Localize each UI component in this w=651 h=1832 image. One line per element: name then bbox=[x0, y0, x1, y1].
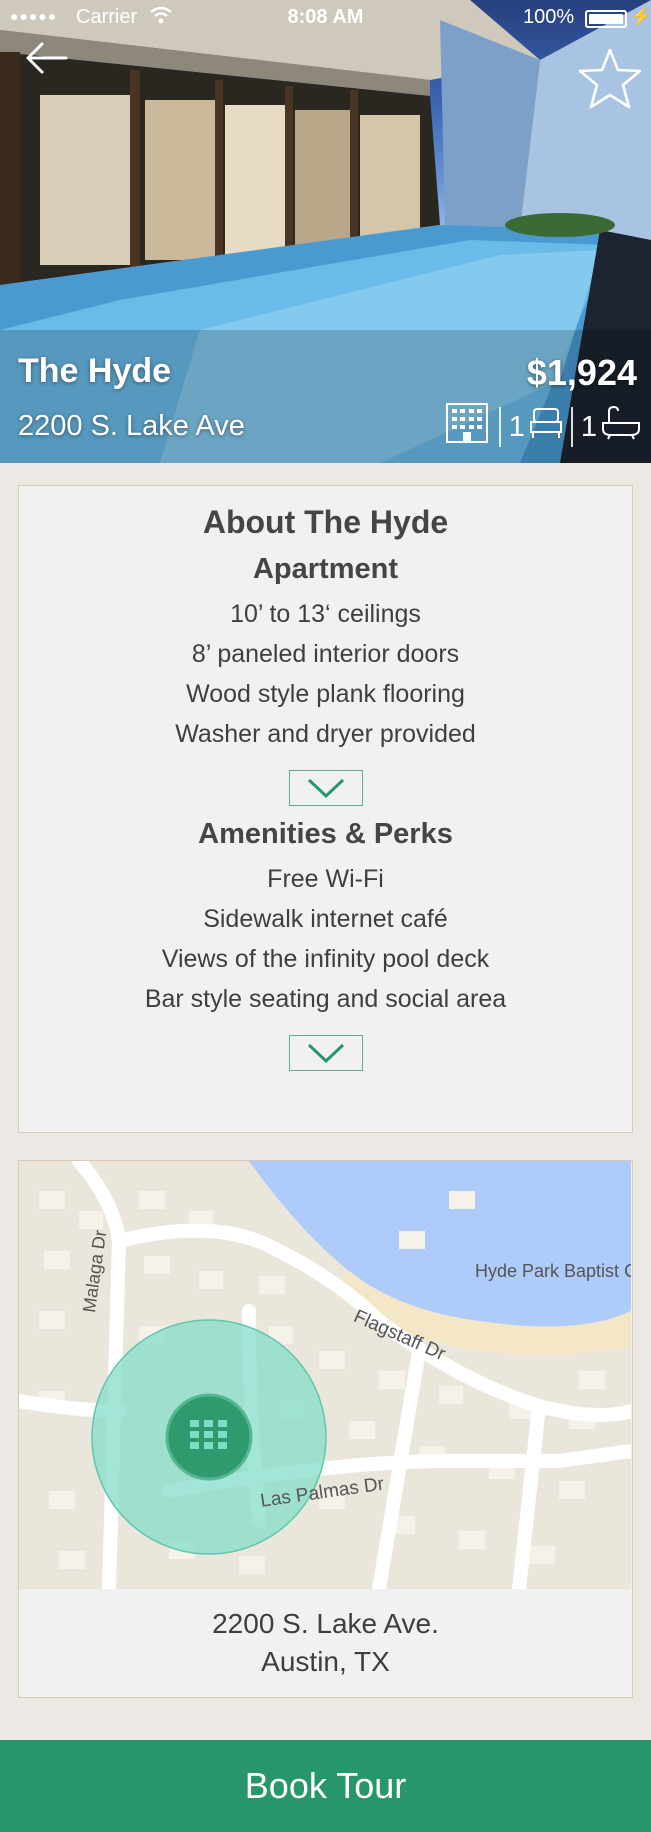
property-name: The Hyde bbox=[18, 352, 172, 390]
bathroom-count: 1 bbox=[580, 410, 597, 443]
about-card: About The Hyde Apartment 10’ to 13‘ ceil… bbox=[18, 485, 633, 1133]
back-button[interactable] bbox=[22, 38, 72, 78]
bedroom-count: 1 bbox=[508, 410, 525, 443]
list-item: Washer and dryer provided bbox=[175, 720, 476, 748]
amenities-feature-list: Free Wi-Fi Sidewalk internet café Views … bbox=[19, 859, 632, 1019]
book-tour-button[interactable]: Book Tour bbox=[0, 1740, 651, 1832]
list-item: Bar style seating and social area bbox=[144, 985, 507, 1013]
address-line: Austin, TX bbox=[261, 1646, 390, 1677]
list-item: Sidewalk internet café bbox=[203, 905, 448, 933]
bed-icon bbox=[529, 406, 563, 448]
battery-percentage: 100% bbox=[523, 6, 575, 28]
divider bbox=[570, 407, 573, 447]
apartment-title: Apartment bbox=[252, 553, 398, 585]
poi-label: Hyde Park Baptist C bbox=[475, 1261, 631, 1281]
list-item: Free Wi-Fi bbox=[267, 865, 384, 893]
battery-icon bbox=[585, 10, 627, 28]
chevron-down-icon bbox=[307, 778, 344, 799]
property-price: $1,924 bbox=[526, 352, 637, 393]
list-item: 10’ to 13‘ ceilings bbox=[230, 600, 421, 628]
chevron-down-icon bbox=[307, 1043, 344, 1064]
list-item: Wood style plank flooring bbox=[186, 680, 465, 708]
map-card: Malaga Dr Flagstaff Dr Las Palmas Dr Hyd… bbox=[18, 1160, 633, 1698]
apartment-feature-list: 10’ to 13‘ ceilings 8’ paneled interior … bbox=[19, 594, 632, 754]
map-address: 2200 S. Lake Ave. Austin, TX bbox=[19, 1589, 632, 1697]
expand-amenities-button[interactable] bbox=[288, 1035, 363, 1071]
property-address: 2200 S. Lake Ave bbox=[18, 410, 245, 442]
charging-icon: ⚡ bbox=[630, 6, 651, 26]
property-features: 1 1 bbox=[443, 401, 641, 453]
amenities-title: Amenities & Perks bbox=[198, 818, 453, 850]
building-icon bbox=[443, 401, 491, 453]
status-bar: ●●●●● Carrier 8:08 AM 100% ⚡ bbox=[0, 0, 651, 36]
favorite-button[interactable] bbox=[577, 46, 643, 112]
list-item: Views of the infinity pool deck bbox=[161, 945, 490, 973]
expand-apartment-button[interactable] bbox=[288, 770, 363, 806]
map-tiles bbox=[19, 1161, 631, 1589]
star-icon bbox=[578, 48, 642, 109]
location-map[interactable]: Malaga Dr Flagstaff Dr Las Palmas Dr Hyd… bbox=[19, 1161, 631, 1589]
about-title: About The Hyde bbox=[202, 504, 449, 540]
bathtub-icon bbox=[601, 405, 641, 449]
address-line: 2200 S. Lake Ave. bbox=[212, 1608, 439, 1639]
back-arrow-icon bbox=[26, 42, 68, 74]
list-item: 8’ paneled interior doors bbox=[191, 640, 460, 668]
divider bbox=[498, 407, 501, 447]
hero-image: ●●●●● Carrier 8:08 AM 100% ⚡ The Hyde 22… bbox=[0, 0, 651, 463]
